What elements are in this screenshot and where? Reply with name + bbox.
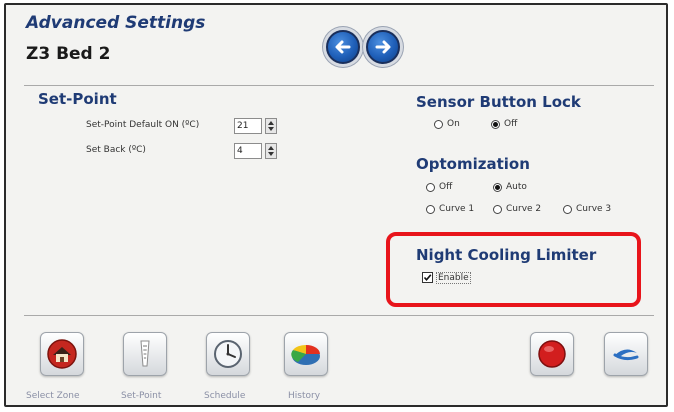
radio-checked-icon bbox=[491, 119, 500, 129]
setpoint-nav-button[interactable] bbox=[123, 332, 167, 376]
schedule-button[interactable] bbox=[206, 332, 250, 376]
optimization-auto[interactable]: Auto bbox=[493, 182, 527, 192]
page-title: Advanced Settings bbox=[26, 13, 206, 33]
setpoint-default-on-input[interactable]: 21 bbox=[234, 118, 262, 134]
history-button[interactable] bbox=[284, 332, 328, 376]
zone-name: Z3 Bed 2 bbox=[26, 44, 111, 64]
option-label: Off bbox=[439, 182, 453, 192]
radio-icon bbox=[426, 182, 435, 192]
radio-checked-icon bbox=[493, 182, 502, 192]
sensor-lock-off[interactable]: Off bbox=[491, 119, 517, 129]
option-label: Off bbox=[504, 119, 518, 129]
return-icon bbox=[613, 349, 639, 361]
setpoint-title: Set-Point bbox=[38, 90, 117, 108]
select-zone-label: Select Zone bbox=[26, 391, 80, 401]
set-back-label: Set Back (ºC) bbox=[86, 145, 146, 155]
select-zone-button[interactable] bbox=[40, 332, 84, 376]
return-button[interactable] bbox=[604, 332, 648, 376]
optimization-title: Optomization bbox=[416, 155, 530, 173]
radio-icon bbox=[563, 204, 572, 214]
clock-icon bbox=[214, 340, 242, 368]
next-button[interactable] bbox=[366, 30, 400, 64]
setpoint-default-on-label: Set-Point Default ON (ºC) bbox=[86, 120, 200, 130]
setpoint-default-on-stepper[interactable] bbox=[265, 118, 277, 134]
sensor-lock-title: Sensor Button Lock bbox=[416, 93, 581, 111]
option-label: Curve 3 bbox=[576, 204, 612, 214]
highlight-box bbox=[386, 232, 641, 307]
arrow-left-icon bbox=[335, 40, 351, 54]
radio-icon bbox=[493, 204, 502, 214]
pie-chart-icon bbox=[291, 344, 320, 365]
optimization-curve-2[interactable]: Curve 2 bbox=[493, 204, 541, 214]
thermometer-icon bbox=[140, 340, 150, 367]
set-back-stepper[interactable] bbox=[265, 143, 277, 159]
option-label: On bbox=[447, 119, 460, 129]
history-label: History bbox=[288, 391, 321, 401]
screen-frame: Advanced Settings Z3 Bed 2 Set-Point Set… bbox=[4, 3, 668, 407]
radio-icon bbox=[434, 119, 443, 129]
optimization-off[interactable]: Off bbox=[426, 182, 452, 192]
option-label: Curve 1 bbox=[439, 204, 475, 214]
radio-icon bbox=[426, 204, 435, 214]
optimization-curve-1[interactable]: Curve 1 bbox=[426, 204, 474, 214]
option-label: Auto bbox=[506, 182, 527, 192]
prev-button[interactable] bbox=[326, 30, 360, 64]
stop-icon bbox=[538, 340, 566, 368]
setpoint-nav-label: Set-Point bbox=[121, 391, 162, 401]
schedule-label: Schedule bbox=[204, 391, 246, 401]
set-back-input[interactable]: 4 bbox=[234, 143, 262, 159]
home-icon bbox=[47, 339, 77, 369]
header-divider bbox=[24, 85, 654, 86]
sensor-lock-on[interactable]: On bbox=[434, 119, 460, 129]
stop-button[interactable] bbox=[530, 332, 574, 376]
option-label: Curve 2 bbox=[506, 204, 542, 214]
footer-divider bbox=[24, 315, 654, 316]
optimization-curve-3[interactable]: Curve 3 bbox=[563, 204, 611, 214]
arrow-right-icon bbox=[375, 40, 391, 54]
